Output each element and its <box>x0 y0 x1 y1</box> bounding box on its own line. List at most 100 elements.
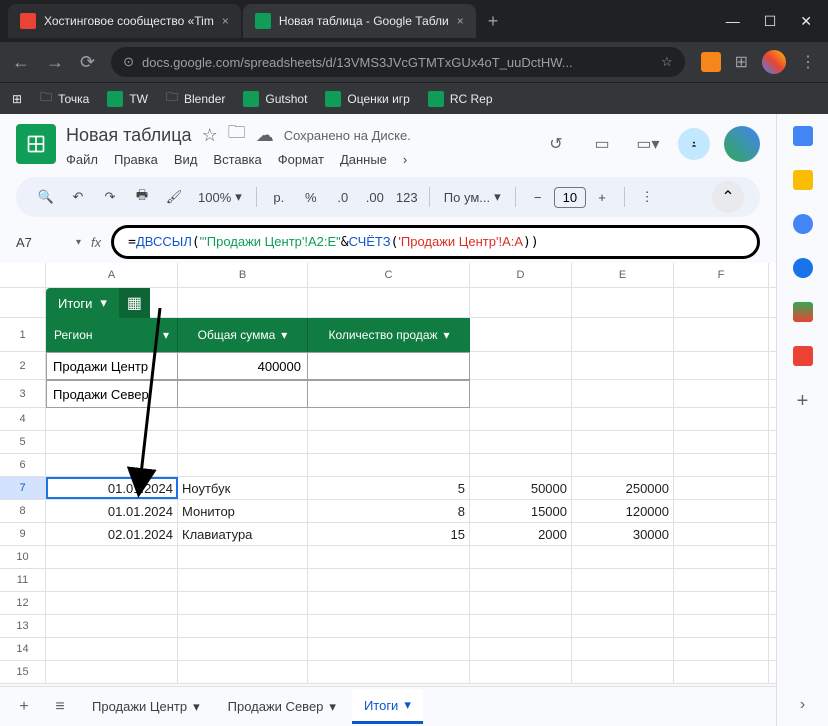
percent-button[interactable]: % <box>297 183 325 211</box>
cell[interactable]: 250000 <box>572 477 674 499</box>
extract-col-header[interactable]: Общая сумма ▾ <box>178 318 308 352</box>
font-size-increase[interactable]: + <box>588 183 616 211</box>
cell[interactable]: 02.01.2024 <box>46 523 178 545</box>
select-all-corner[interactable] <box>0 263 46 287</box>
row-header[interactable]: 7 <box>0 477 46 499</box>
bookmark-item[interactable]: 🗀Точка <box>40 88 89 109</box>
cloud-icon[interactable]: ☁ <box>256 125 274 146</box>
cell[interactable]: Ноутбук <box>178 477 308 499</box>
menu-view[interactable]: Вид <box>174 152 198 167</box>
zoom-select[interactable]: 100% ▾ <box>192 189 248 205</box>
search-icon[interactable]: 🔍 <box>32 183 60 211</box>
print-icon[interactable]: 🖶 <box>128 183 156 211</box>
format-123-button[interactable]: 123 <box>393 183 421 211</box>
menu-edit[interactable]: Правка <box>114 152 158 167</box>
column-header[interactable]: C <box>308 263 470 287</box>
redo-button[interactable]: ↷ <box>96 183 124 211</box>
extract-cell[interactable]: Продажи Север <box>47 381 178 407</box>
row-header[interactable]: 11 <box>0 569 46 591</box>
keep-icon[interactable] <box>793 170 813 190</box>
cell[interactable]: 8 <box>308 500 470 522</box>
row-header[interactable]: 9 <box>0 523 46 545</box>
menu-file[interactable]: Файл <box>66 152 98 167</box>
calendar-icon[interactable] <box>793 126 813 146</box>
sheet-tab[interactable]: Продажи Север ▾ <box>216 691 348 723</box>
row-header[interactable]: 13 <box>0 615 46 637</box>
cell[interactable]: 15 <box>308 523 470 545</box>
cell[interactable]: Клавиатура <box>178 523 308 545</box>
paint-format-icon[interactable]: 🖌 <box>160 183 188 211</box>
close-icon[interactable]: ✕ <box>800 13 812 30</box>
forward-button[interactable]: → <box>46 52 64 73</box>
cell[interactable]: Монитор <box>178 500 308 522</box>
row-header[interactable]: 10 <box>0 546 46 568</box>
row-header[interactable] <box>0 288 46 317</box>
column-header[interactable]: D <box>470 263 572 287</box>
collapse-toolbar-icon[interactable]: ⌃ <box>712 181 744 213</box>
row-header[interactable]: 8 <box>0 500 46 522</box>
bookmark-item[interactable]: Оценки игр <box>325 91 409 107</box>
menu-more-icon[interactable]: › <box>403 152 407 167</box>
row-header[interactable]: 2 <box>0 352 46 379</box>
collapse-sidepanel-icon[interactable]: › <box>800 696 805 714</box>
add-addon-icon[interactable]: + <box>797 390 809 413</box>
menu-insert[interactable]: Вставка <box>213 152 261 167</box>
extract-cell[interactable]: Продажи Центр <box>47 353 178 379</box>
row-header[interactable]: 6 <box>0 454 46 476</box>
cell[interactable]: 5 <box>308 477 470 499</box>
decimal-increase-icon[interactable]: .00 <box>361 183 389 211</box>
bookmark-item[interactable]: TW <box>107 91 148 107</box>
contacts-icon[interactable] <box>793 258 813 278</box>
doc-title[interactable]: Новая таблица <box>66 125 192 146</box>
more-tools-icon[interactable]: ⋮ <box>633 183 661 211</box>
new-tab-button[interactable]: + <box>478 11 509 32</box>
maximize-icon[interactable]: ☐ <box>764 13 777 30</box>
font-size-decrease[interactable]: − <box>524 183 552 211</box>
menu-data[interactable]: Данные <box>340 152 387 167</box>
cell-reference[interactable]: A7 <box>16 235 66 250</box>
cell[interactable]: 2000 <box>470 523 572 545</box>
cell[interactable]: 30000 <box>572 523 674 545</box>
extract-options-icon[interactable]: ▦ <box>119 288 150 318</box>
back-button[interactable]: ← <box>12 52 30 73</box>
extract-col-header[interactable]: Регион▾ <box>46 318 178 352</box>
column-header[interactable]: E <box>572 263 674 287</box>
maps-icon[interactable] <box>793 302 813 322</box>
meet-icon[interactable]: ▭▾ <box>632 128 664 160</box>
browser-menu-icon[interactable]: ⋮ <box>800 52 816 72</box>
column-header[interactable]: F <box>674 263 769 287</box>
font-select[interactable]: По ум... ▾ <box>438 189 507 205</box>
formula-input[interactable]: =ДВССЫЛ("'Продажи Центр'!A2:E"&СЧЁТЗ('Пр… <box>111 225 760 259</box>
tasks-icon[interactable] <box>793 214 813 234</box>
bookmark-item[interactable]: Gutshot <box>243 91 307 107</box>
chevron-down-icon[interactable]: ▾ <box>193 699 200 715</box>
extensions-menu-icon[interactable]: ⊞ <box>735 52 748 72</box>
row-header[interactable]: 3 <box>0 380 46 407</box>
minimize-icon[interactable]: — <box>726 13 740 30</box>
close-icon[interactable]: × <box>222 14 229 28</box>
extract-col-header[interactable]: Количество продаж ▾ <box>308 318 470 352</box>
spreadsheet-grid[interactable]: A B C D E F Итоги ▾ ▦ Регион▾ Общая сумм… <box>0 263 776 686</box>
column-header[interactable]: A <box>46 263 178 287</box>
row-header[interactable]: 5 <box>0 431 46 453</box>
addon-icon[interactable] <box>793 346 813 366</box>
grid-body[interactable]: Итоги ▾ ▦ Регион▾ Общая сумма ▾ Количест… <box>0 288 776 684</box>
move-icon[interactable]: 🗀 <box>228 120 246 150</box>
chevron-down-icon[interactable]: ▾ <box>404 697 411 713</box>
apps-icon[interactable]: ⊞ <box>12 92 22 106</box>
row-header[interactable]: 4 <box>0 408 46 430</box>
row-header[interactable]: 1 <box>0 318 46 351</box>
chevron-down-icon[interactable]: ▾ <box>329 699 336 715</box>
extension-icon[interactable] <box>701 52 721 72</box>
extract-cell[interactable] <box>308 381 469 407</box>
row-header[interactable]: 15 <box>0 661 46 683</box>
reload-button[interactable]: ⟳ <box>80 52 95 73</box>
cell[interactable]: 01.01.2024 <box>46 500 178 522</box>
star-icon[interactable]: ☆ <box>202 125 218 146</box>
star-icon[interactable]: ☆ <box>661 54 673 70</box>
site-info-icon[interactable]: ⊙ <box>123 54 134 70</box>
menu-format[interactable]: Формат <box>278 152 324 167</box>
currency-button[interactable]: р. <box>265 183 293 211</box>
sheet-tab-active[interactable]: Итоги ▾ <box>352 689 423 724</box>
extract-cell[interactable]: 400000 <box>178 353 308 379</box>
